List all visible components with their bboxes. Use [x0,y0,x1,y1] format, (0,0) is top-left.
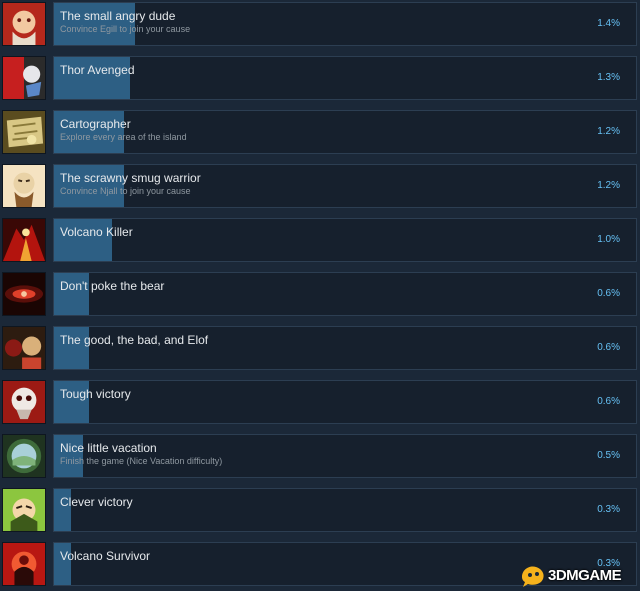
achievement-row: Clever victory 0.3% [0,487,640,537]
achievement-row: Thor Avenged 1.3% [0,55,640,105]
achievement-panel: Tough victory 0.6% [53,380,637,424]
achievement-row: Nice little vacation Finish the game (Nic… [0,433,640,483]
3dmgame-logo-icon [522,566,544,587]
three-heroes-icon [2,326,46,370]
achievement-title: The small angry dude [60,9,176,23]
unlock-percentage: 0.3% [597,504,620,515]
achievement-title: The scrawny smug warrior [60,171,201,185]
achievement-row: Cartographer Explore every area of the is… [0,109,640,159]
achievement-panel: Thor Avenged 1.3% [53,56,637,100]
unlock-percentage: 1.4% [597,18,620,29]
achievement-row: The small angry dude Convince Egill to jo… [0,1,640,51]
smug-warrior-portrait-icon [2,164,46,208]
achievement-panel: Nice little vacation Finish the game (Nic… [53,434,637,478]
achievement-row: The scrawny smug warrior Convince Njall t… [0,163,640,213]
unlock-percentage: 0.6% [597,342,620,353]
watermark: 3DMGAME [518,562,636,588]
achievement-panel: Clever victory 0.3% [53,488,637,532]
achievement-panel: The scrawny smug warrior Convince Njall t… [53,164,637,208]
unlock-percentage: 0.6% [597,288,620,299]
achievement-row: Volcano Killer 1.0% [0,217,640,267]
volcano-fire-icon [2,218,46,262]
bloody-skull-icon [2,380,46,424]
bear-eye-icon [2,272,46,316]
achievement-description: Convince Egill to join your cause [60,24,191,34]
achievement-title: The good, the bad, and Elof [60,333,209,347]
achievement-row: The good, the bad, and Elof 0.6% [0,325,640,375]
unlock-percentage: 0.6% [597,396,620,407]
achievement-panel: Volcano Killer 1.0% [53,218,637,262]
achievement-title: Tough victory [60,387,131,401]
volcano-survivor-icon [2,542,46,586]
unlock-percentage: 0.5% [597,450,620,461]
achievement-title: Volcano Killer [60,225,133,239]
achievement-panel: Cartographer Explore every area of the is… [53,110,637,154]
unlock-percentage: 1.2% [597,126,620,137]
unlock-percentage: 1.0% [597,234,620,245]
unlock-percentage: 1.3% [597,72,620,83]
achievement-description: Finish the game (Nice Vacation difficult… [60,456,223,466]
island-lens-icon [2,434,46,478]
unlock-percentage: 1.2% [597,180,620,191]
thor-avenged-icon [2,56,46,100]
achievement-title: Cartographer [60,117,131,131]
achievement-title: Nice little vacation [60,441,157,455]
achievement-row: Tough victory 0.6% [0,379,640,429]
achievement-panel: The small angry dude Convince Egill to jo… [53,2,637,46]
achievement-title: Clever victory [60,495,133,509]
achievement-panel: Don't poke the bear 0.6% [53,272,637,316]
achievement-panel: The good, the bad, and Elof 0.6% [53,326,637,370]
achievement-title: Thor Avenged [60,63,135,77]
achievement-description: Convince Njall to join your cause [60,186,191,196]
achievement-title: Volcano Survivor [60,549,151,563]
angry-dwarf-portrait-icon [2,2,46,46]
achievement-row: Don't poke the bear 0.6% [0,271,640,321]
clever-dwarf-portrait-icon [2,488,46,532]
achievement-title: Don't poke the bear [60,279,165,293]
map-scroll-icon [2,110,46,154]
watermark-text: 3DMGAME [548,567,622,584]
achievement-description: Explore every area of the island [60,132,187,142]
